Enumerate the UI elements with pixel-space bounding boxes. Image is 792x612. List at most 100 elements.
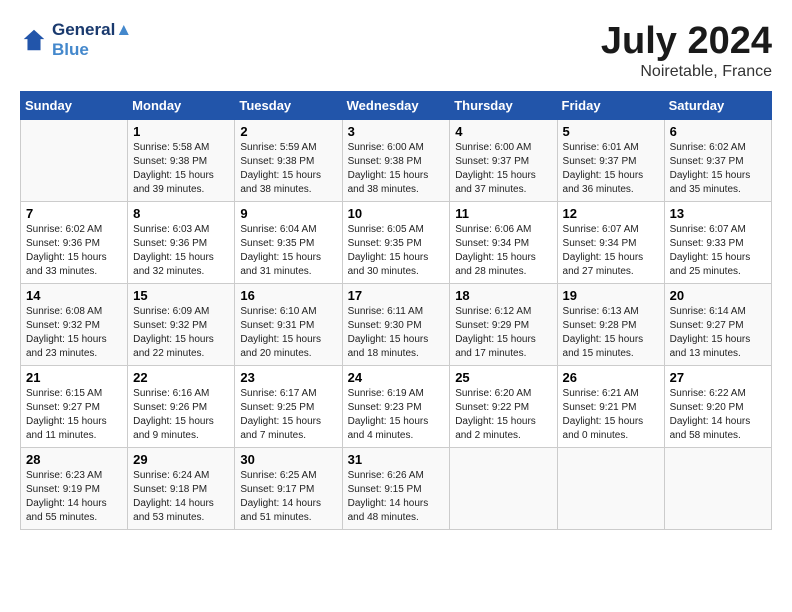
- day-number: 31: [348, 452, 445, 467]
- day-number: 20: [670, 288, 766, 303]
- day-info: Sunrise: 6:25 AM Sunset: 9:17 PM Dayligh…: [240, 469, 336, 525]
- calendar-cell: [21, 120, 128, 202]
- calendar-cell: 27 Sunrise: 6:22 AM Sunset: 9:20 PM Dayli…: [664, 366, 771, 448]
- day-number: 12: [563, 206, 659, 221]
- day-number: 28: [26, 452, 122, 467]
- calendar-cell: 28 Sunrise: 6:23 AM Sunset: 9:19 PM Dayli…: [21, 448, 128, 530]
- day-number: 19: [563, 288, 659, 303]
- day-info: Sunrise: 6:08 AM Sunset: 9:32 PM Dayligh…: [26, 305, 122, 361]
- calendar-cell: 24 Sunrise: 6:19 AM Sunset: 9:23 PM Dayli…: [342, 366, 450, 448]
- day-number: 21: [26, 370, 122, 385]
- day-number: 17: [348, 288, 445, 303]
- day-info: Sunrise: 6:06 AM Sunset: 9:34 PM Dayligh…: [455, 223, 551, 279]
- day-info: Sunrise: 6:02 AM Sunset: 9:37 PM Dayligh…: [670, 141, 766, 197]
- dow-header: Wednesday: [342, 92, 450, 120]
- day-number: 27: [670, 370, 766, 385]
- day-info: Sunrise: 6:10 AM Sunset: 9:31 PM Dayligh…: [240, 305, 336, 361]
- day-info: Sunrise: 6:04 AM Sunset: 9:35 PM Dayligh…: [240, 223, 336, 279]
- calendar-week-row: 21 Sunrise: 6:15 AM Sunset: 9:27 PM Dayli…: [21, 366, 772, 448]
- day-number: 16: [240, 288, 336, 303]
- day-number: 11: [455, 206, 551, 221]
- day-info: Sunrise: 6:05 AM Sunset: 9:35 PM Dayligh…: [348, 223, 445, 279]
- day-number: 24: [348, 370, 445, 385]
- calendar-cell: 20 Sunrise: 6:14 AM Sunset: 9:27 PM Dayli…: [664, 284, 771, 366]
- day-number: 25: [455, 370, 551, 385]
- day-info: Sunrise: 6:19 AM Sunset: 9:23 PM Dayligh…: [348, 387, 445, 443]
- day-info: Sunrise: 6:02 AM Sunset: 9:36 PM Dayligh…: [26, 223, 122, 279]
- logo-text: General▲ Blue: [52, 20, 132, 60]
- title-block: July 2024 Noiretable, France: [601, 20, 772, 81]
- day-info: Sunrise: 6:14 AM Sunset: 9:27 PM Dayligh…: [670, 305, 766, 361]
- day-number: 4: [455, 124, 551, 139]
- calendar-cell: 31Sunrise: 6:26 AM Sunset: 9:15 PM Dayli…: [342, 448, 450, 530]
- dow-header: Saturday: [664, 92, 771, 120]
- dow-header: Thursday: [450, 92, 557, 120]
- day-info: Sunrise: 6:01 AM Sunset: 9:37 PM Dayligh…: [563, 141, 659, 197]
- day-info: Sunrise: 5:58 AM Sunset: 9:38 PM Dayligh…: [133, 141, 229, 197]
- day-number: 10: [348, 206, 445, 221]
- logo-icon: [20, 26, 48, 54]
- day-info: Sunrise: 6:11 AM Sunset: 9:30 PM Dayligh…: [348, 305, 445, 361]
- calendar-cell: 29Sunrise: 6:24 AM Sunset: 9:18 PM Dayli…: [128, 448, 235, 530]
- day-number: 6: [670, 124, 766, 139]
- calendar-cell: 22Sunrise: 6:16 AM Sunset: 9:26 PM Dayli…: [128, 366, 235, 448]
- calendar-cell: 9 Sunrise: 6:04 AM Sunset: 9:35 PM Daylig…: [235, 202, 342, 284]
- calendar-cell: 8 Sunrise: 6:03 AM Sunset: 9:36 PM Daylig…: [128, 202, 235, 284]
- calendar-cell: 19Sunrise: 6:13 AM Sunset: 9:28 PM Dayli…: [557, 284, 664, 366]
- day-number: 13: [670, 206, 766, 221]
- calendar-week-row: 7Sunrise: 6:02 AM Sunset: 9:36 PM Daylig…: [21, 202, 772, 284]
- dow-header: Tuesday: [235, 92, 342, 120]
- main-title: July 2024: [601, 20, 772, 63]
- day-info: Sunrise: 6:20 AM Sunset: 9:22 PM Dayligh…: [455, 387, 551, 443]
- day-number: 1: [133, 124, 229, 139]
- days-of-week-row: SundayMondayTuesdayWednesdayThursdayFrid…: [21, 92, 772, 120]
- day-info: Sunrise: 6:03 AM Sunset: 9:36 PM Dayligh…: [133, 223, 229, 279]
- calendar-cell: 6 Sunrise: 6:02 AM Sunset: 9:37 PM Daylig…: [664, 120, 771, 202]
- day-number: 14: [26, 288, 122, 303]
- day-number: 23: [240, 370, 336, 385]
- day-number: 18: [455, 288, 551, 303]
- logo: General▲ Blue: [20, 20, 132, 60]
- day-info: Sunrise: 6:12 AM Sunset: 9:29 PM Dayligh…: [455, 305, 551, 361]
- calendar-table: SundayMondayTuesdayWednesdayThursdayFrid…: [20, 91, 772, 530]
- day-number: 9: [240, 206, 336, 221]
- calendar-cell: 26Sunrise: 6:21 AM Sunset: 9:21 PM Dayli…: [557, 366, 664, 448]
- day-info: Sunrise: 6:09 AM Sunset: 9:32 PM Dayligh…: [133, 305, 229, 361]
- calendar-cell: 15Sunrise: 6:09 AM Sunset: 9:32 PM Dayli…: [128, 284, 235, 366]
- page-header: General▲ Blue July 2024 Noiretable, Fran…: [20, 20, 772, 81]
- calendar-week-row: 1 Sunrise: 5:58 AM Sunset: 9:38 PM Daylig…: [21, 120, 772, 202]
- day-info: Sunrise: 6:24 AM Sunset: 9:18 PM Dayligh…: [133, 469, 229, 525]
- calendar-cell: 10 Sunrise: 6:05 AM Sunset: 9:35 PM Dayli…: [342, 202, 450, 284]
- calendar-cell: 25 Sunrise: 6:20 AM Sunset: 9:22 PM Dayli…: [450, 366, 557, 448]
- calendar-week-row: 28 Sunrise: 6:23 AM Sunset: 9:19 PM Dayli…: [21, 448, 772, 530]
- dow-header: Sunday: [21, 92, 128, 120]
- subtitle: Noiretable, France: [601, 63, 772, 81]
- calendar-body: 1 Sunrise: 5:58 AM Sunset: 9:38 PM Daylig…: [21, 120, 772, 530]
- calendar-cell: 30 Sunrise: 6:25 AM Sunset: 9:17 PM Dayli…: [235, 448, 342, 530]
- day-number: 22: [133, 370, 229, 385]
- day-info: Sunrise: 6:07 AM Sunset: 9:33 PM Dayligh…: [670, 223, 766, 279]
- calendar-cell: 21 Sunrise: 6:15 AM Sunset: 9:27 PM Dayli…: [21, 366, 128, 448]
- calendar-cell: 14 Sunrise: 6:08 AM Sunset: 9:32 PM Dayli…: [21, 284, 128, 366]
- calendar-cell: 5 Sunrise: 6:01 AM Sunset: 9:37 PM Daylig…: [557, 120, 664, 202]
- calendar-cell: 23Sunrise: 6:17 AM Sunset: 9:25 PM Dayli…: [235, 366, 342, 448]
- calendar-cell: 7Sunrise: 6:02 AM Sunset: 9:36 PM Daylig…: [21, 202, 128, 284]
- day-info: Sunrise: 6:15 AM Sunset: 9:27 PM Dayligh…: [26, 387, 122, 443]
- calendar-cell: 13 Sunrise: 6:07 AM Sunset: 9:33 PM Dayli…: [664, 202, 771, 284]
- day-info: Sunrise: 6:00 AM Sunset: 9:37 PM Dayligh…: [455, 141, 551, 197]
- day-info: Sunrise: 6:22 AM Sunset: 9:20 PM Dayligh…: [670, 387, 766, 443]
- calendar-cell: 16 Sunrise: 6:10 AM Sunset: 9:31 PM Dayli…: [235, 284, 342, 366]
- calendar-week-row: 14 Sunrise: 6:08 AM Sunset: 9:32 PM Dayli…: [21, 284, 772, 366]
- day-number: 5: [563, 124, 659, 139]
- day-number: 8: [133, 206, 229, 221]
- calendar-cell: 11 Sunrise: 6:06 AM Sunset: 9:34 PM Dayli…: [450, 202, 557, 284]
- calendar-cell: 18 Sunrise: 6:12 AM Sunset: 9:29 PM Dayli…: [450, 284, 557, 366]
- calendar-cell: 1 Sunrise: 5:58 AM Sunset: 9:38 PM Daylig…: [128, 120, 235, 202]
- calendar-cell: 12Sunrise: 6:07 AM Sunset: 9:34 PM Dayli…: [557, 202, 664, 284]
- day-info: Sunrise: 6:23 AM Sunset: 9:19 PM Dayligh…: [26, 469, 122, 525]
- day-number: 3: [348, 124, 445, 139]
- calendar-cell: 3Sunrise: 6:00 AM Sunset: 9:38 PM Daylig…: [342, 120, 450, 202]
- dow-header: Friday: [557, 92, 664, 120]
- calendar-cell: [557, 448, 664, 530]
- day-number: 30: [240, 452, 336, 467]
